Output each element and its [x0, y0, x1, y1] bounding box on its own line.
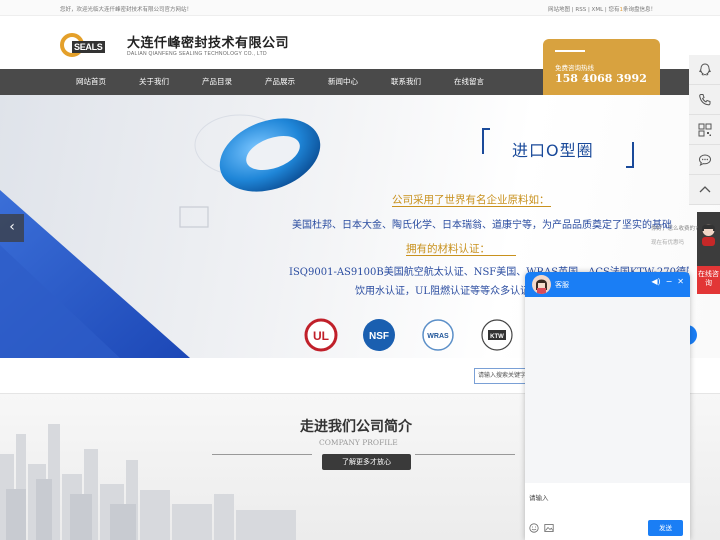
- nav-item-home[interactable]: 网站首页: [76, 69, 106, 95]
- profile-rule-left: [212, 454, 312, 455]
- company-name-en: DALIAN QIANFENG SEALING TECHNOLOGY CO., …: [127, 51, 267, 57]
- svg-text:WRAS: WRAS: [427, 333, 449, 340]
- chat-header: 客服 ◀) − ✕: [525, 272, 690, 297]
- svg-text:NSF: NSF: [369, 331, 389, 342]
- top-links-text[interactable]: 网站地图 | RSS | XML | 您有: [548, 7, 619, 13]
- service-agent-icon: [702, 224, 715, 246]
- quick-question-2[interactable]: 现在有优惠吗: [651, 238, 684, 246]
- agent-name: 客服: [555, 281, 569, 289]
- back-to-top-icon: [699, 185, 710, 192]
- phone-icon: [698, 93, 710, 105]
- sound-icon[interactable]: ◀): [651, 277, 660, 286]
- nsf-cert-icon: NSF: [363, 319, 395, 351]
- chat-widget: 客服 ◀) − ✕ 请输入 发送: [525, 272, 690, 540]
- phone-button[interactable]: [689, 85, 720, 115]
- chat-messages: [525, 297, 690, 483]
- back-to-top-button[interactable]: [689, 175, 720, 205]
- close-icon[interactable]: ✕: [677, 277, 684, 286]
- banner-title: 进口O型圈: [512, 141, 594, 160]
- top-links[interactable]: 网站地图 | RSS | XML | 您有1条询盘信息！: [548, 5, 656, 13]
- emoji-icon[interactable]: [529, 523, 539, 533]
- quick-question-1[interactable]: 你好，怎么收费的?: [651, 224, 698, 232]
- logo-seals-text: SEALS: [72, 41, 105, 53]
- nav-item-catalog[interactable]: 产品目录: [202, 69, 232, 95]
- title-corner-tl: [482, 128, 490, 154]
- banner-line-5: 饮用水认证，UL阻燃认证等等众多认证: [355, 286, 525, 297]
- chat-button[interactable]: [689, 145, 720, 175]
- banner-gold-rule-1: [392, 206, 551, 207]
- agent-avatar: [532, 275, 551, 294]
- page: 您好，欢迎光临大连仟峰密封技术有限公司官方网站！ 网站地图 | RSS | XM…: [0, 0, 720, 540]
- chat-controls: ◀) − ✕: [651, 277, 684, 286]
- o-ring-image: [219, 118, 321, 192]
- logo[interactable]: SEALS: [60, 31, 122, 61]
- agent-avatar-icon: [536, 279, 547, 294]
- chat-tools: [529, 523, 554, 533]
- banner-line-1: 公司采用了世界有名企业原料如：: [392, 194, 550, 206]
- minimize-icon[interactable]: −: [666, 277, 673, 286]
- qrcode-button[interactable]: [689, 115, 720, 145]
- image-upload-icon[interactable]: [544, 523, 554, 533]
- nav-item-about[interactable]: 关于我们: [139, 69, 169, 95]
- profile-rule-right: [415, 454, 515, 455]
- hotline-number[interactable]: 158 4068 3992: [555, 72, 647, 85]
- nav-item-news[interactable]: 新闻中心: [328, 69, 358, 95]
- banner-title-box: 进口O型圈: [482, 128, 634, 168]
- qq-button[interactable]: [689, 55, 720, 85]
- title-corner-br: [626, 142, 634, 168]
- chevron-left-icon[interactable]: ‹: [0, 214, 24, 242]
- banner-line-2: 美国杜邦、日本大金、陶氏化学、日本瑞翁、道康宁等，为产品品质奠定了坚实的基础: [292, 220, 672, 231]
- hotline-box: 免费咨询热线 158 4068 3992: [543, 39, 660, 97]
- learn-more-button[interactable]: 了解更多才放心: [322, 454, 411, 470]
- ul-cert-icon: UL: [304, 318, 338, 352]
- banner-line-3: 拥有的材料认证：: [406, 243, 490, 255]
- chat-icon: [698, 153, 711, 166]
- qrcode-icon: [698, 123, 711, 136]
- profile-subtitle: COMPANY PROFILE: [319, 438, 398, 447]
- top-links-tail[interactable]: 条询盘信息！: [623, 7, 656, 13]
- wras-cert-icon: WRAS: [422, 319, 454, 351]
- svg-text:KTW: KTW: [490, 334, 504, 340]
- nav-item-message[interactable]: 在线留言: [454, 69, 484, 95]
- search-input[interactable]: 请输入搜索关键字: [474, 368, 530, 384]
- svg-text:UL: UL: [313, 329, 329, 343]
- nav-item-products[interactable]: 产品展示: [265, 69, 295, 95]
- ktw-cert-icon: KTW: [481, 319, 513, 351]
- hotline-label: 免费咨询热线: [555, 64, 594, 72]
- online-service-panel: [697, 212, 720, 266]
- nav-item-contact[interactable]: 联系我们: [391, 69, 421, 95]
- profile-title: 走进我们公司简介: [300, 419, 412, 435]
- qq-icon: [698, 62, 711, 75]
- online-consult-tab[interactable]: 在线咨询: [697, 266, 720, 294]
- top-info-bar: 您好，欢迎光临大连仟峰密封技术有限公司官方网站！ 网站地图 | RSS | XM…: [0, 0, 720, 16]
- chat-message-input[interactable]: 请输入: [529, 492, 549, 502]
- banner-gold-rule-2: [406, 255, 516, 256]
- welcome-text: 您好，欢迎光临大连仟峰密封技术有限公司官方网站！: [60, 7, 193, 13]
- send-button[interactable]: 发送: [648, 520, 683, 536]
- right-float-toolbar: [689, 55, 720, 205]
- company-name-cn: 大连仟峰密封技术有限公司: [127, 36, 290, 51]
- hotline-divider: [555, 50, 585, 52]
